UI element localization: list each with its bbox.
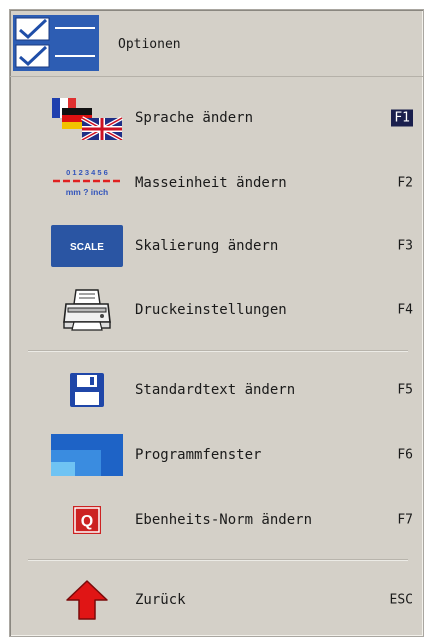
menu-item-label: Druckeinstellungen	[135, 302, 287, 318]
shortcut-key: ESC	[389, 592, 413, 608]
menu-item-masseinheit[interactable]: 0 1 2 3 4 5 6 mm ? inch Masseinheit ände…	[20, 155, 415, 211]
menu-item-standardtext[interactable]: Standardtext ändern F5	[20, 362, 415, 418]
shortcut-key: F7	[397, 512, 413, 528]
q-norm-icon: Q	[44, 492, 130, 548]
menu-item-label: Zurück	[135, 592, 186, 608]
menu-item-druckeinstellungen[interactable]: Druckeinstellungen F4	[20, 282, 415, 338]
units-numbers: 0 1 2 3 4 5 6	[66, 168, 108, 177]
shortcut-key: F3	[397, 238, 413, 254]
menu-item-label: Standardtext ändern	[135, 382, 296, 398]
shortcut-key: F5	[397, 382, 413, 398]
flags-icon	[44, 90, 130, 146]
units-text: mm ? inch	[66, 187, 109, 197]
program-window-icon	[44, 427, 130, 483]
printer-icon	[44, 282, 130, 338]
shortcut-key: F6	[397, 447, 413, 463]
menu-item-label: Masseinheit ändern	[135, 175, 287, 191]
menu-header: Optionen	[10, 10, 423, 77]
scale-badge-text: SCALE	[70, 242, 104, 253]
menu-item-zurueck[interactable]: Zurück ESC	[20, 572, 415, 628]
menu-item-ebenheits-norm[interactable]: Q Ebenheits-Norm ändern F7	[20, 492, 415, 548]
menu-item-label: Programmfenster	[135, 447, 262, 463]
options-menu-panel: Optionen Sprache ändern F1 0 1 2 3 4 5 6…	[9, 9, 424, 637]
floppy-disk-icon	[44, 362, 130, 418]
shortcut-key: F4	[397, 302, 413, 318]
shortcut-key: F2	[397, 175, 413, 191]
up-arrow-icon	[44, 572, 130, 628]
menu-item-programmfenster[interactable]: Programmfenster F6	[20, 427, 415, 483]
menu-item-label: Ebenheits-Norm ändern	[135, 512, 313, 528]
menu-divider	[28, 559, 408, 561]
menu-item-sprache[interactable]: Sprache ändern F1	[20, 90, 415, 146]
menu-item-label: Skalierung ändern	[135, 238, 279, 254]
q-badge-text: Q	[81, 513, 93, 530]
shortcut-key: F1	[391, 109, 413, 127]
ruler-units-icon: 0 1 2 3 4 5 6 mm ? inch	[44, 155, 130, 211]
menu-divider	[28, 350, 408, 352]
checklist-icon	[13, 15, 99, 71]
menu-item-skalierung[interactable]: SCALE Skalierung ändern F3	[20, 218, 415, 274]
menu-item-label: Sprache ändern	[135, 110, 254, 126]
scale-icon: SCALE	[44, 218, 130, 274]
menu-title: Optionen	[118, 37, 181, 52]
